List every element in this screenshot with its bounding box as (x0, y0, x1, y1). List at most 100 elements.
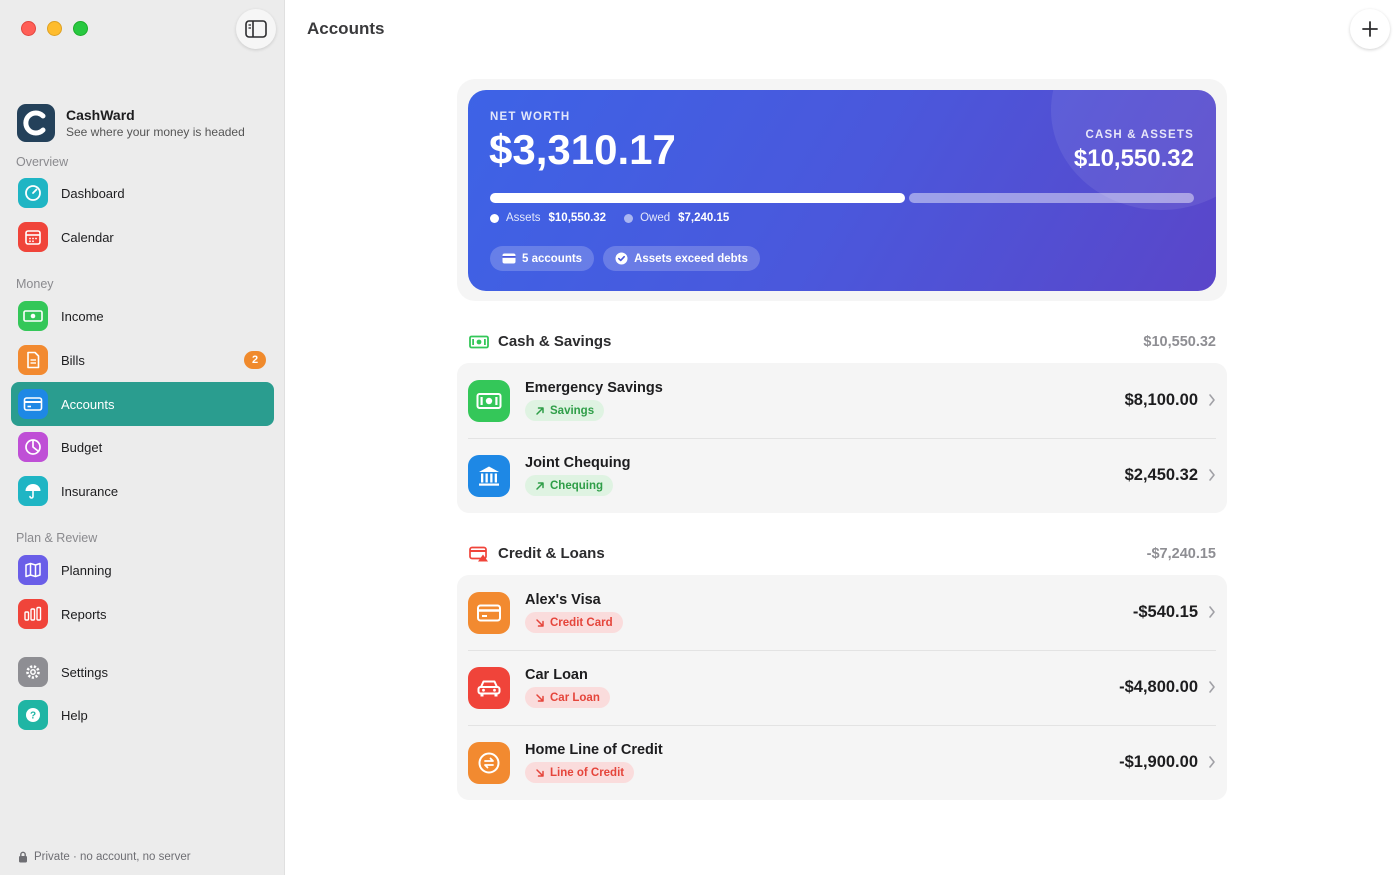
account-row-emergency-savings[interactable]: Emergency Savings Savings $8,100.00 (457, 363, 1227, 438)
cash-savings-header: Cash & Savings $10,550.32 (469, 333, 1216, 350)
account-row-joint-chequing[interactable]: Joint Chequing Chequing $2,450.32 (457, 438, 1227, 513)
sidebar-item-insurance[interactable]: Insurance (11, 469, 274, 513)
plus-icon (1362, 21, 1378, 37)
account-row-home-line-of-credit[interactable]: Home Line of Credit Line of Credit -$1,9… (457, 725, 1227, 800)
sidebar-item-bills[interactable]: Bills 2 (11, 338, 274, 382)
legend-owed-label: Owed (640, 212, 671, 224)
sidebar-item-label: Help (61, 707, 88, 723)
section-label-overview: Overview (16, 155, 69, 169)
sidebar-item-accounts[interactable]: Accounts (11, 382, 274, 426)
assets-bar (490, 193, 905, 203)
status-chip: Assets exceed debts (603, 246, 760, 271)
credit-loans-header: Credit & Loans -$7,240.15 (469, 545, 1216, 562)
checkmark-circle-icon (615, 252, 628, 265)
section-label-plan: Plan & Review (16, 531, 98, 545)
net-worth-label: NET WORTH (490, 111, 571, 123)
account-name: Joint Chequing (525, 455, 631, 471)
account-name: Car Loan (525, 667, 588, 683)
sidebar-item-planning[interactable]: Planning (11, 548, 274, 592)
group-total: $10,550.32 (1143, 333, 1216, 350)
cash-savings-list: Emergency Savings Savings $8,100.00 Join… (457, 363, 1227, 513)
banknote-icon (469, 335, 489, 348)
account-type-tag: Car Loan (525, 687, 610, 708)
car-icon (468, 666, 510, 709)
account-type-tag: Chequing (525, 475, 614, 496)
arrow-down-right-icon (536, 618, 544, 627)
app-name: CashWard (66, 107, 135, 123)
sidebar-item-budget[interactable]: Budget (11, 425, 274, 469)
sidebar-item-income[interactable]: Income (11, 294, 274, 338)
gauge-icon (18, 178, 48, 208)
sidebar-icon (245, 20, 267, 38)
sidebar-item-label: Settings (61, 664, 108, 680)
sidebar-item-dashboard[interactable]: Dashboard (11, 171, 274, 215)
account-row-car-loan[interactable]: Car Loan Car Loan -$4,800.00 (457, 650, 1227, 725)
account-type-label: Credit Card (550, 616, 613, 629)
question-icon: ? (18, 700, 48, 730)
add-account-button[interactable] (1350, 9, 1390, 49)
legend-owed-value: $7,240.15 (678, 212, 730, 224)
gear-icon (18, 657, 48, 687)
account-type-label: Savings (550, 404, 595, 417)
logo-c-icon (23, 110, 46, 136)
app-logo (17, 104, 55, 142)
sidebar-item-help[interactable]: ? Help (11, 693, 274, 737)
account-type-label: Car Loan (550, 691, 600, 704)
lock-icon (19, 851, 27, 863)
sidebar-item-label: Insurance (61, 483, 119, 499)
legend-assets-value: $10,550.32 (548, 212, 607, 224)
chevron-right-icon (1209, 469, 1215, 481)
banknote-icon (468, 379, 510, 422)
page-title: Accounts (307, 19, 385, 38)
exchange-icon (468, 741, 510, 784)
net-worth-card: NET WORTH $3,310.17 CASH & ASSETS $10,55… (468, 90, 1216, 291)
window-controls (21, 21, 88, 36)
account-balance: -$540.15 (1132, 603, 1198, 621)
cash-assets-label: CASH & ASSETS (1085, 129, 1194, 141)
card-icon (468, 591, 510, 634)
sidebar-item-label: Reports (61, 606, 107, 622)
account-balance: -$1,900.00 (1119, 753, 1198, 771)
toggle-sidebar-button[interactable] (236, 9, 276, 49)
chevron-right-icon (1209, 681, 1215, 693)
card-icon (502, 253, 516, 264)
minimize-window-button[interactable] (47, 21, 62, 36)
bar-legend: Assets $10,550.32 Owed $7,240.15 (490, 212, 747, 224)
account-row-alexs-visa[interactable]: Alex's Visa Credit Card -$540.15 (457, 575, 1227, 650)
account-name: Alex's Visa (525, 592, 601, 608)
sidebar-item-reports[interactable]: Reports (11, 592, 274, 636)
sidebar-item-settings[interactable]: Settings (11, 650, 274, 694)
account-balance: $8,100.00 (1124, 391, 1198, 409)
calendar-icon (18, 222, 48, 252)
bank-icon (468, 454, 510, 497)
close-window-button[interactable] (21, 21, 36, 36)
account-balance: -$4,800.00 (1119, 678, 1198, 696)
privacy-note: Private · no account, no server (18, 851, 191, 863)
sidebar-item-label: Calendar (61, 229, 114, 245)
svg-text:?: ? (30, 711, 36, 722)
accounts-count-text: 5 accounts (522, 252, 583, 265)
privacy-text: Private · no account, no server (34, 851, 191, 863)
owed-bar (909, 193, 1194, 203)
group-total: -$7,240.15 (1146, 545, 1216, 562)
chevron-right-icon (1209, 756, 1215, 768)
legend-assets-label: Assets (506, 212, 541, 224)
summary-chips: 5 accounts Assets exceed debts (490, 246, 760, 271)
arrow-up-right-icon (536, 406, 544, 415)
document-icon (18, 345, 48, 375)
account-type-label: Line of Credit (550, 766, 625, 779)
banknote-icon (18, 301, 48, 331)
card-warning-icon (469, 546, 488, 561)
sidebar-item-label: Income (61, 308, 104, 324)
bars-icon (18, 599, 48, 629)
group-title: Credit & Loans (498, 545, 605, 562)
account-type-tag: Line of Credit (525, 762, 635, 783)
sidebar-item-label: Budget (61, 439, 103, 455)
account-balance: $2,450.32 (1124, 466, 1198, 484)
maximize-window-button[interactable] (73, 21, 88, 36)
sidebar-item-calendar[interactable]: Calendar (11, 215, 274, 259)
sidebar-item-label: Planning (61, 562, 112, 578)
status-text: Assets exceed debts (634, 252, 748, 265)
umbrella-icon (18, 476, 48, 506)
card-icon (18, 389, 48, 419)
